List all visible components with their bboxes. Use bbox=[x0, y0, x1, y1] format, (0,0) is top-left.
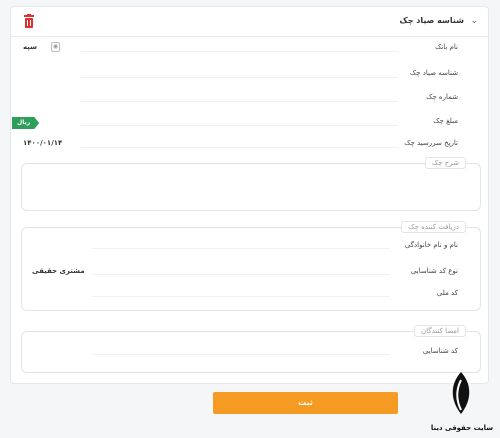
bank-row[interactable]: نام بانک ◉ سپه bbox=[11, 39, 488, 61]
due-date-row[interactable]: تاریخ سررسید چک ۱۴۰۰/۰۱/۱۴ bbox=[11, 135, 488, 157]
receiver-fieldset: دریافت کننده چک نام و نام خانوادگی نوع ک… bbox=[21, 221, 481, 311]
id-type-row[interactable]: نوع کد شناسایی مشتری حقیقی bbox=[22, 264, 480, 282]
receiver-name-label: نام و نام خانوادگی bbox=[404, 241, 458, 249]
bank-value[interactable]: سپه bbox=[23, 43, 37, 51]
form-title: شناسه صیاد چک bbox=[399, 16, 465, 25]
signers-fieldset: امضا کنندگان کد شناسایی bbox=[21, 325, 481, 373]
watermark-text: سایت حقوقی دینا bbox=[430, 424, 494, 432]
watermark-logo: سایت حقوقی دینا bbox=[424, 370, 500, 438]
due-date-input-line[interactable] bbox=[81, 147, 398, 148]
receiver-name-input-line[interactable] bbox=[92, 248, 390, 249]
signer-id-row[interactable]: کد شناسایی bbox=[22, 344, 480, 362]
chevron-down-icon[interactable]: ⌄ bbox=[470, 15, 478, 27]
bank-label: نام بانک bbox=[435, 43, 458, 51]
form-header[interactable]: ⌄ شناسه صیاد چک bbox=[11, 7, 488, 37]
sayad-input-line[interactable] bbox=[81, 77, 398, 78]
currency-tag: ریال bbox=[12, 117, 40, 129]
amount-input-line[interactable] bbox=[81, 125, 398, 126]
cheque-number-row[interactable]: شماره چک bbox=[11, 89, 488, 111]
id-type-value[interactable]: مشتری حقیقی bbox=[32, 267, 85, 275]
due-date-value[interactable]: ۱۴۰۰/۰۱/۱۴ bbox=[23, 139, 62, 147]
amount-label: مبلغ چک bbox=[433, 117, 458, 125]
id-type-input-line[interactable] bbox=[92, 274, 390, 275]
signer-id-label: کد شناسایی bbox=[422, 347, 458, 355]
cheque-form-card: ⌄ شناسه صیاد چک نام بانک ◉ سپه شناسه صیا… bbox=[10, 6, 489, 384]
national-code-label: کد ملی bbox=[436, 289, 458, 297]
due-date-label: تاریخ سررسید چک bbox=[404, 139, 458, 147]
sayad-row[interactable]: شناسه صیاد چک bbox=[11, 65, 488, 87]
signers-legend: امضا کنندگان bbox=[414, 325, 466, 337]
id-type-label: نوع کد شناسایی bbox=[410, 267, 458, 275]
bank-input-line[interactable] bbox=[81, 51, 398, 52]
national-code-input-line[interactable] bbox=[92, 296, 390, 297]
cheque-number-label: شماره چک bbox=[426, 93, 458, 101]
signer-id-input-line[interactable] bbox=[92, 354, 390, 355]
bank-logo-icon: ◉ bbox=[51, 42, 60, 52]
description-legend: شرح چک bbox=[424, 157, 466, 169]
trash-icon[interactable] bbox=[22, 14, 36, 29]
amount-row[interactable]: مبلغ چک bbox=[11, 113, 488, 135]
quill-logo-icon bbox=[452, 372, 470, 414]
description-fieldset[interactable]: شرح چک bbox=[21, 157, 481, 211]
receiver-name-row[interactable]: نام و نام خانوادگی bbox=[22, 238, 480, 256]
sayad-label: شناسه صیاد چک bbox=[409, 69, 458, 77]
cheque-number-input-line[interactable] bbox=[81, 101, 398, 102]
submit-button[interactable]: ثبت bbox=[213, 392, 398, 414]
receiver-legend: دریافت کننده چک bbox=[401, 221, 466, 233]
national-code-row[interactable]: کد ملی bbox=[22, 286, 480, 304]
